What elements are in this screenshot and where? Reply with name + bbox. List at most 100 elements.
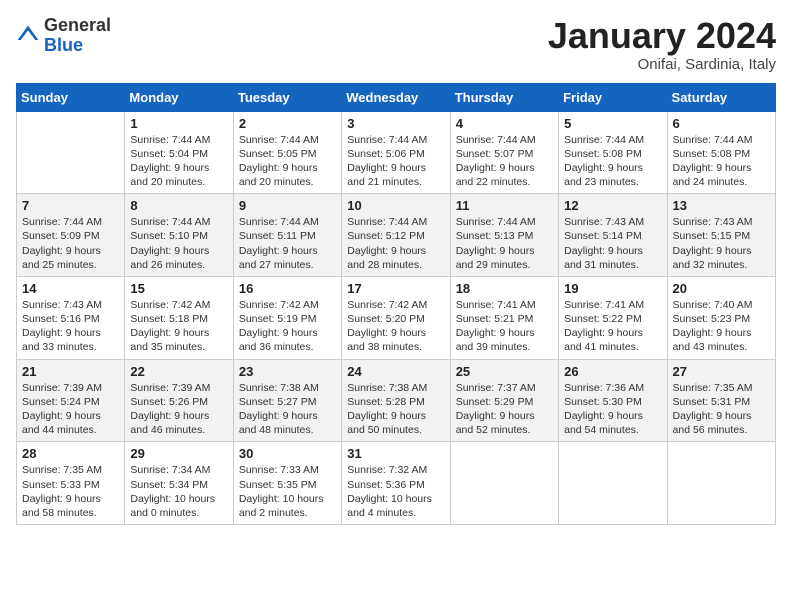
header-cell-saturday: Saturday bbox=[667, 83, 775, 111]
calendar-cell: 3 Sunrise: 7:44 AMSunset: 5:06 PMDaylight… bbox=[342, 111, 450, 194]
month-title: January 2024 bbox=[548, 16, 776, 56]
day-number: 1 bbox=[130, 116, 227, 131]
logo-icon bbox=[16, 24, 40, 48]
calendar-cell bbox=[559, 442, 667, 525]
day-number: 10 bbox=[347, 198, 444, 213]
calendar-week-row: 28 Sunrise: 7:35 AMSunset: 5:33 PMDayligh… bbox=[17, 442, 776, 525]
calendar-cell: 9Sunrise: 7:44 AMSunset: 5:11 PMDaylight… bbox=[233, 194, 341, 277]
day-info: Sunrise: 7:32 AMSunset: 5:36 PMDaylight:… bbox=[347, 463, 444, 520]
calendar-cell: 2 Sunrise: 7:44 AMSunset: 5:05 PMDaylight… bbox=[233, 111, 341, 194]
day-number: 29 bbox=[130, 446, 227, 461]
day-number: 30 bbox=[239, 446, 336, 461]
day-info: Sunrise: 7:44 AMSunset: 5:09 PMDaylight:… bbox=[22, 215, 119, 272]
location-subtitle: Onifai, Sardinia, Italy bbox=[548, 56, 776, 73]
calendar-cell: 16 Sunrise: 7:42 AMSunset: 5:19 PMDayligh… bbox=[233, 276, 341, 359]
calendar-cell bbox=[17, 111, 125, 194]
day-info: Sunrise: 7:44 AMSunset: 5:07 PMDaylight:… bbox=[456, 133, 553, 190]
day-number: 14 bbox=[22, 281, 119, 296]
day-number: 4 bbox=[456, 116, 553, 131]
day-number: 12 bbox=[564, 198, 661, 213]
calendar-cell: 19 Sunrise: 7:41 AMSunset: 5:22 PMDayligh… bbox=[559, 276, 667, 359]
day-info: Sunrise: 7:42 AMSunset: 5:18 PMDaylight:… bbox=[130, 298, 227, 355]
day-number: 27 bbox=[673, 364, 770, 379]
calendar-week-row: 7 Sunrise: 7:44 AMSunset: 5:09 PMDaylight… bbox=[17, 194, 776, 277]
logo-text: General Blue bbox=[44, 16, 111, 56]
calendar-cell: 21 Sunrise: 7:39 AMSunset: 5:24 PMDayligh… bbox=[17, 359, 125, 442]
calendar-cell: 6 Sunrise: 7:44 AMSunset: 5:08 PMDaylight… bbox=[667, 111, 775, 194]
calendar-cell: 31Sunrise: 7:32 AMSunset: 5:36 PMDayligh… bbox=[342, 442, 450, 525]
calendar-cell: 20 Sunrise: 7:40 AMSunset: 5:23 PMDayligh… bbox=[667, 276, 775, 359]
day-number: 26 bbox=[564, 364, 661, 379]
day-number: 19 bbox=[564, 281, 661, 296]
header-cell-wednesday: Wednesday bbox=[342, 83, 450, 111]
calendar-cell: 25 Sunrise: 7:37 AMSunset: 5:29 PMDayligh… bbox=[450, 359, 558, 442]
day-number: 5 bbox=[564, 116, 661, 131]
calendar-cell: 18 Sunrise: 7:41 AMSunset: 5:21 PMDayligh… bbox=[450, 276, 558, 359]
calendar-cell: 24Sunrise: 7:38 AMSunset: 5:28 PMDayligh… bbox=[342, 359, 450, 442]
logo: General Blue bbox=[16, 16, 111, 56]
day-info: Sunrise: 7:41 AMSunset: 5:21 PMDaylight:… bbox=[456, 298, 553, 355]
day-info: Sunrise: 7:36 AMSunset: 5:30 PMDaylight:… bbox=[564, 381, 661, 438]
calendar-cell: 26 Sunrise: 7:36 AMSunset: 5:30 PMDayligh… bbox=[559, 359, 667, 442]
day-number: 7 bbox=[22, 198, 119, 213]
calendar-week-row: 21 Sunrise: 7:39 AMSunset: 5:24 PMDayligh… bbox=[17, 359, 776, 442]
calendar-cell: 14Sunrise: 7:43 AMSunset: 5:16 PMDayligh… bbox=[17, 276, 125, 359]
title-block: January 2024 Onifai, Sardinia, Italy bbox=[548, 16, 776, 73]
calendar-cell: 28 Sunrise: 7:35 AMSunset: 5:33 PMDayligh… bbox=[17, 442, 125, 525]
day-number: 3 bbox=[347, 116, 444, 131]
day-number: 6 bbox=[673, 116, 770, 131]
day-number: 28 bbox=[22, 446, 119, 461]
day-number: 20 bbox=[673, 281, 770, 296]
day-number: 9 bbox=[239, 198, 336, 213]
day-info: Sunrise: 7:44 AMSunset: 5:08 PMDaylight:… bbox=[673, 133, 770, 190]
header-cell-sunday: Sunday bbox=[17, 83, 125, 111]
day-number: 23 bbox=[239, 364, 336, 379]
day-info: Sunrise: 7:42 AMSunset: 5:19 PMDaylight:… bbox=[239, 298, 336, 355]
day-info: Sunrise: 7:44 AMSunset: 5:10 PMDaylight:… bbox=[130, 215, 227, 272]
logo-blue-text: Blue bbox=[44, 35, 83, 55]
header-cell-thursday: Thursday bbox=[450, 83, 558, 111]
day-number: 22 bbox=[130, 364, 227, 379]
day-info: Sunrise: 7:43 AMSunset: 5:14 PMDaylight:… bbox=[564, 215, 661, 272]
calendar-cell bbox=[450, 442, 558, 525]
day-number: 25 bbox=[456, 364, 553, 379]
day-info: Sunrise: 7:35 AMSunset: 5:33 PMDaylight:… bbox=[22, 463, 119, 520]
day-number: 8 bbox=[130, 198, 227, 213]
header-cell-monday: Monday bbox=[125, 83, 233, 111]
day-info: Sunrise: 7:41 AMSunset: 5:22 PMDaylight:… bbox=[564, 298, 661, 355]
calendar-cell: 10 Sunrise: 7:44 AMSunset: 5:12 PMDayligh… bbox=[342, 194, 450, 277]
calendar-cell: 22Sunrise: 7:39 AMSunset: 5:26 PMDayligh… bbox=[125, 359, 233, 442]
day-number: 21 bbox=[22, 364, 119, 379]
day-number: 17 bbox=[347, 281, 444, 296]
calendar-cell: 7 Sunrise: 7:44 AMSunset: 5:09 PMDaylight… bbox=[17, 194, 125, 277]
day-info: Sunrise: 7:44 AMSunset: 5:12 PMDaylight:… bbox=[347, 215, 444, 272]
day-info: Sunrise: 7:39 AMSunset: 5:24 PMDaylight:… bbox=[22, 381, 119, 438]
day-info: Sunrise: 7:43 AMSunset: 5:15 PMDaylight:… bbox=[673, 215, 770, 272]
calendar-cell: 29Sunrise: 7:34 AMSunset: 5:34 PMDayligh… bbox=[125, 442, 233, 525]
calendar-cell: 8 Sunrise: 7:44 AMSunset: 5:10 PMDaylight… bbox=[125, 194, 233, 277]
day-info: Sunrise: 7:40 AMSunset: 5:23 PMDaylight:… bbox=[673, 298, 770, 355]
calendar-week-row: 14Sunrise: 7:43 AMSunset: 5:16 PMDayligh… bbox=[17, 276, 776, 359]
day-number: 18 bbox=[456, 281, 553, 296]
day-info: Sunrise: 7:44 AMSunset: 5:13 PMDaylight:… bbox=[456, 215, 553, 272]
day-info: Sunrise: 7:44 AMSunset: 5:04 PMDaylight:… bbox=[130, 133, 227, 190]
calendar-cell: 30 Sunrise: 7:33 AMSunset: 5:35 PMDayligh… bbox=[233, 442, 341, 525]
day-number: 15 bbox=[130, 281, 227, 296]
day-info: Sunrise: 7:38 AMSunset: 5:28 PMDaylight:… bbox=[347, 381, 444, 438]
calendar-cell: 17Sunrise: 7:42 AMSunset: 5:20 PMDayligh… bbox=[342, 276, 450, 359]
day-info: Sunrise: 7:44 AMSunset: 5:05 PMDaylight:… bbox=[239, 133, 336, 190]
calendar-cell: 13 Sunrise: 7:43 AMSunset: 5:15 PMDayligh… bbox=[667, 194, 775, 277]
day-info: Sunrise: 7:44 AMSunset: 5:08 PMDaylight:… bbox=[564, 133, 661, 190]
calendar-cell: 4 Sunrise: 7:44 AMSunset: 5:07 PMDaylight… bbox=[450, 111, 558, 194]
calendar-cell: 1 Sunrise: 7:44 AMSunset: 5:04 PMDaylight… bbox=[125, 111, 233, 194]
day-info: Sunrise: 7:35 AMSunset: 5:31 PMDaylight:… bbox=[673, 381, 770, 438]
day-info: Sunrise: 7:33 AMSunset: 5:35 PMDaylight:… bbox=[239, 463, 336, 520]
calendar-week-row: 1 Sunrise: 7:44 AMSunset: 5:04 PMDaylight… bbox=[17, 111, 776, 194]
day-info: Sunrise: 7:37 AMSunset: 5:29 PMDaylight:… bbox=[456, 381, 553, 438]
day-number: 13 bbox=[673, 198, 770, 213]
day-info: Sunrise: 7:44 AMSunset: 5:06 PMDaylight:… bbox=[347, 133, 444, 190]
day-number: 16 bbox=[239, 281, 336, 296]
calendar-cell: 15 Sunrise: 7:42 AMSunset: 5:18 PMDayligh… bbox=[125, 276, 233, 359]
calendar-table: SundayMondayTuesdayWednesdayThursdayFrid… bbox=[16, 83, 776, 525]
day-number: 2 bbox=[239, 116, 336, 131]
